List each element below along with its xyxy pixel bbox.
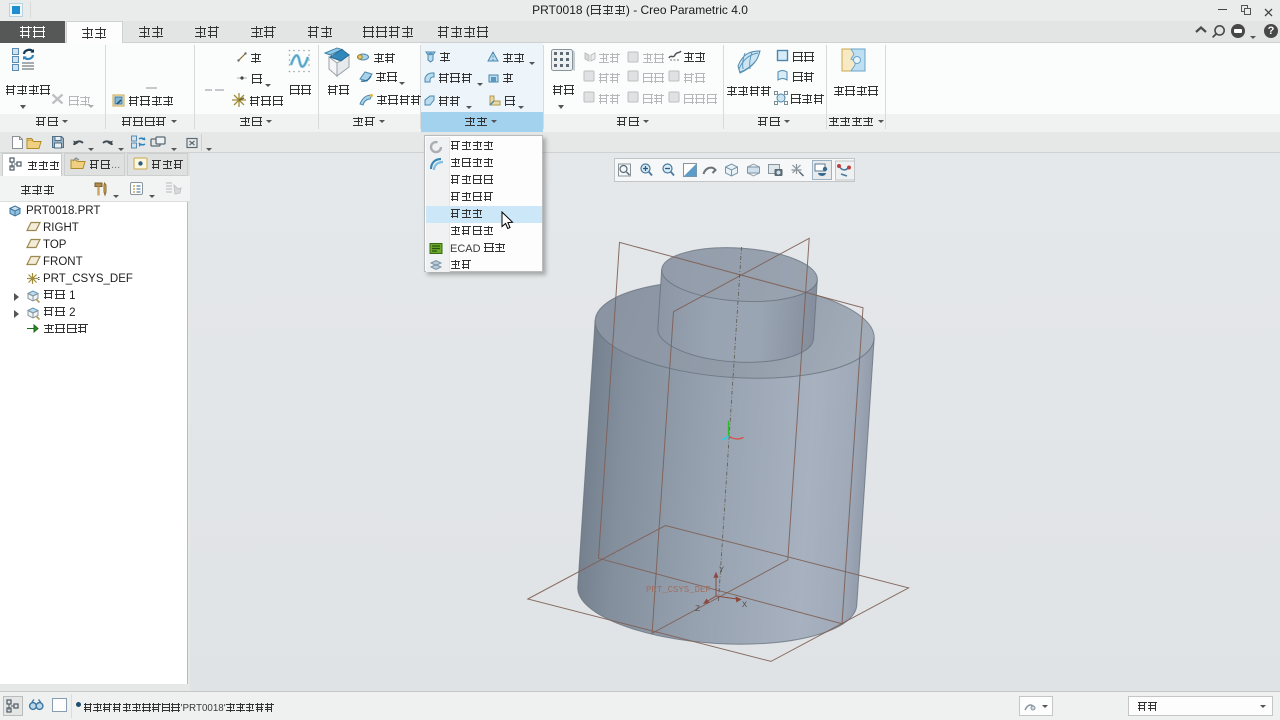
svg-text:Y: Y bbox=[719, 565, 724, 575]
svg-text:PRT_CSYS_DEF: PRT_CSYS_DEF bbox=[646, 585, 711, 595]
svg-text:Z: Z bbox=[695, 604, 700, 614]
svg-text:X: X bbox=[742, 600, 747, 610]
